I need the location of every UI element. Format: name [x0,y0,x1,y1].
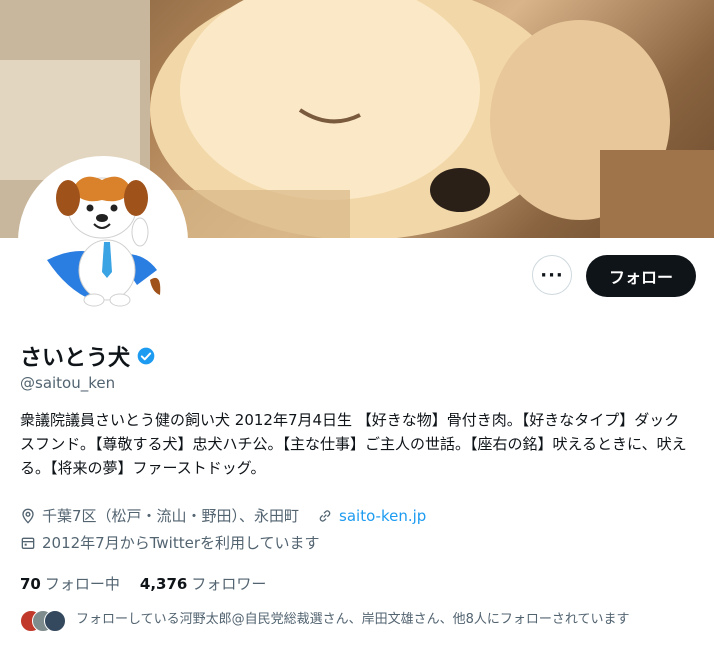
followed-by-row[interactable]: フォローしている河野太郎@自民党総裁選さん、岸田文雄さん、他8人にフォローされて… [20,610,700,632]
followed-by-avatars [20,610,66,632]
following-count: 70 [20,575,41,593]
followers-label: フォロワー [191,575,267,593]
location-icon [22,508,34,524]
verified-badge-icon[interactable] [136,346,156,366]
followers-stat[interactable]: 4,376 フォロワー [140,573,266,594]
following-stat[interactable]: 70 フォロー中 [20,573,120,594]
joined-item: 2012年7月からTwitterを利用しています [20,532,320,553]
profile-bio: 衆議院議員さいとう健の飼い犬 2012年7月4日生 【好きな物】骨付き肉。【好き… [20,411,687,477]
follow-stats: 70 フォロー中 4,376 フォロワー [20,573,286,594]
link-icon [319,509,331,522]
display-name-row: さいとう犬 [20,340,156,372]
joined-text: 2012年7月からTwitterを利用しています [42,534,320,552]
followed-by-text: フォローしている河野太郎@自民党総裁選さん、岸田文雄さん、他8人にフォローされて… [76,612,630,627]
calendar-icon [21,537,35,549]
joined-row: 2012年7月からTwitterを利用しています [20,532,338,553]
display-name: さいとう犬 [20,346,131,371]
location-item: 千葉7区（松戸・流山・野田）、永田町 [20,505,299,526]
mini-avatar [44,610,66,632]
website-link[interactable]: saito-ken.jp [339,507,426,525]
followers-count: 4,376 [139,575,188,593]
more-icon: ··· [540,264,564,286]
profile-meta-row: 千葉7区（松戸・流山・野田）、永田町 saito-ken.jp [20,505,444,526]
more-options-button[interactable]: ··· [532,255,572,295]
follow-button[interactable]: フォロー [586,255,696,297]
following-label: フォロー中 [44,575,120,593]
website-item: saito-ken.jp [317,507,426,525]
location-text: 千葉7区（松戸・流山・野田）、永田町 [42,507,300,525]
profile-avatar[interactable] [18,156,188,326]
user-handle: @saitou_ken [20,374,116,392]
